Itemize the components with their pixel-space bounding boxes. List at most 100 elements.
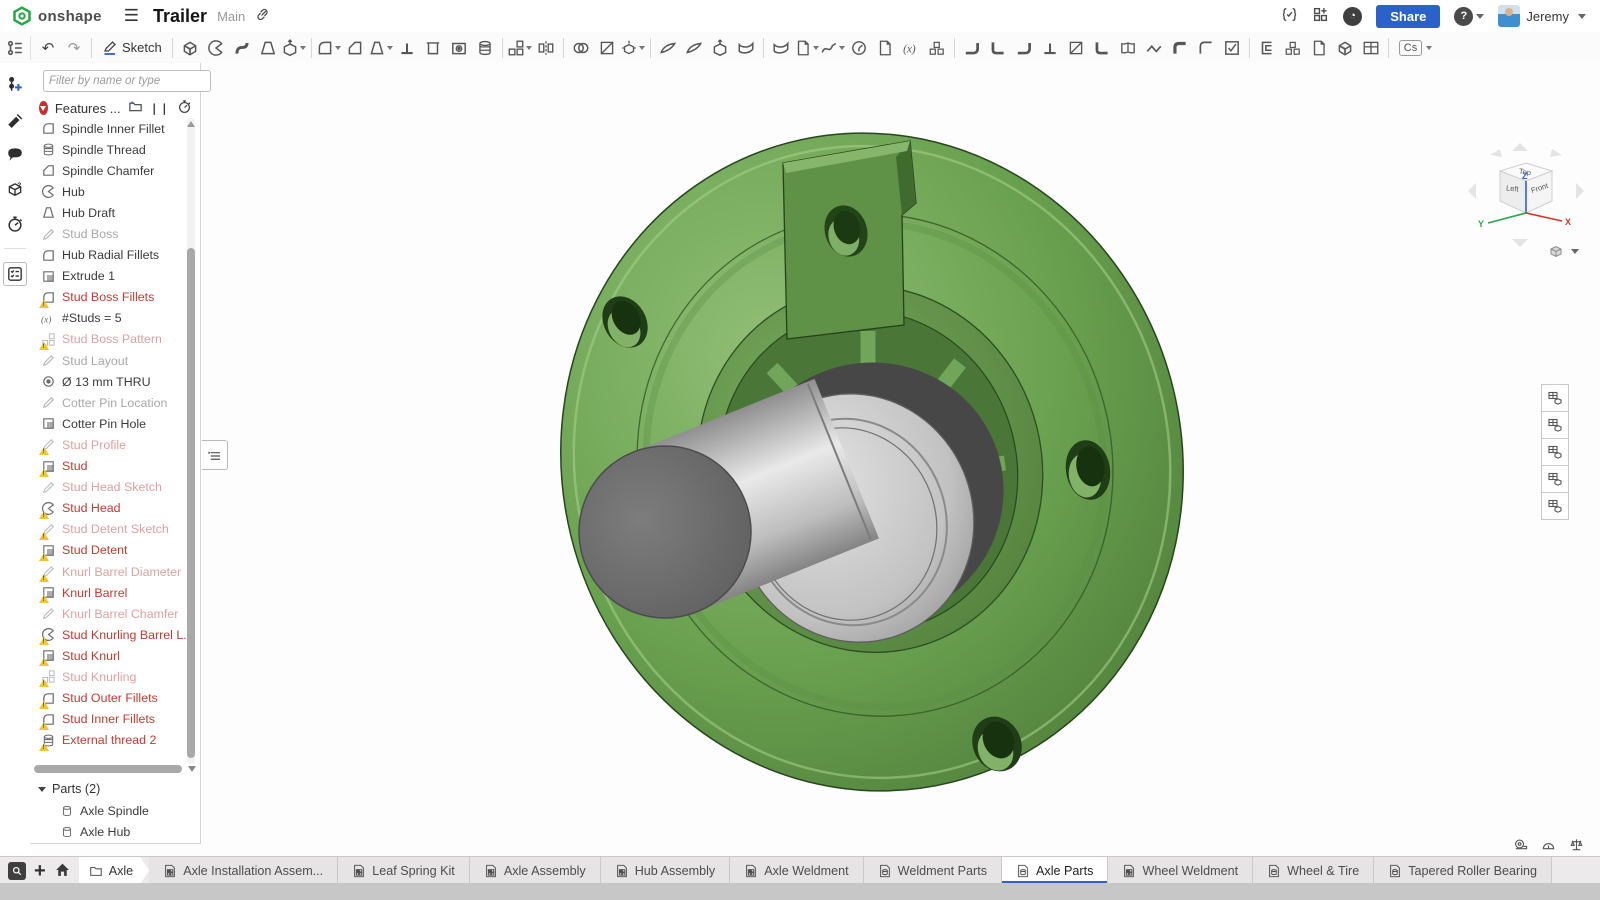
tool-trim-frame[interactable] [1306, 36, 1332, 60]
feature-item[interactable]: Extrude 1 [30, 266, 186, 287]
tool-derived[interactable] [872, 36, 898, 60]
feature-item[interactable]: Stud Layout [30, 350, 186, 371]
tool-chamfer[interactable] [342, 36, 368, 60]
featurescript-check-icon[interactable] [1281, 6, 1298, 26]
feature-filter-input[interactable] [43, 70, 211, 92]
tool-sheet-metal-model[interactable] [959, 36, 985, 60]
document-tab[interactable]: Axle Weldment [730, 857, 863, 884]
feature-item[interactable]: Ø 13 mm THRU [30, 371, 186, 392]
custom-feature-dropdown-icon[interactable] [1426, 46, 1432, 50]
scroll-down-icon[interactable] [188, 766, 196, 772]
feature-item[interactable]: Spindle Thread [30, 139, 186, 160]
feature-item[interactable]: Hub [30, 181, 186, 202]
feature-item[interactable]: Knurl Barrel Chamfer [30, 603, 186, 624]
tool-flat-pattern[interactable] [1115, 36, 1141, 60]
tool-boundary-surface[interactable] [794, 36, 820, 60]
rollback-icon[interactable] [39, 101, 48, 115]
document-tab[interactable]: Leaf Spring Kit [338, 857, 470, 884]
document-menu-icon[interactable]: ☰ [124, 6, 139, 26]
custom-feature-button[interactable]: Cs [1399, 40, 1422, 56]
tool-make-bend[interactable] [1089, 36, 1115, 60]
document-tab[interactable]: Axle Installation Assem... [149, 857, 338, 884]
tool-corner-break[interactable] [1193, 36, 1219, 60]
display-states-panel[interactable] [1541, 438, 1569, 466]
tool-thread[interactable] [472, 36, 498, 60]
share-link-icon[interactable] [255, 7, 270, 25]
tool-mirror[interactable] [533, 36, 559, 60]
document-tab[interactable]: Weldment Parts [864, 857, 1002, 884]
mass-properties[interactable] [1569, 837, 1584, 855]
rail-checklist[interactable] [3, 262, 27, 286]
rail-comments[interactable] [4, 143, 26, 165]
new-tab-button[interactable]: + [34, 862, 46, 880]
tool-tube-bend[interactable] [1167, 36, 1193, 60]
view-cube[interactable]: Top Left Front Z X Y [1462, 141, 1592, 253]
rail-history[interactable] [4, 213, 26, 235]
feature-item[interactable]: Knurl Barrel Diameter [30, 561, 186, 582]
tool-rip[interactable] [1063, 36, 1089, 60]
display-mode-button[interactable] [1548, 243, 1579, 259]
tool-hem[interactable] [1011, 36, 1037, 60]
share-button[interactable]: Share [1376, 5, 1440, 28]
feature-item[interactable]: Stud Knurling Barrel L... [30, 624, 186, 645]
feature-item[interactable]: Stud [30, 456, 186, 477]
feature-item[interactable]: Stud Outer Fillets [30, 688, 186, 709]
part-item[interactable]: Axle Spindle [30, 800, 190, 821]
feature-panel-collapse-tab[interactable] [202, 440, 228, 470]
suppress-pause-icon[interactable]: ❘❘ [150, 102, 170, 115]
tool-fillet[interactable] [316, 36, 342, 60]
onshape-logo-icon[interactable] [12, 6, 32, 26]
feature-item[interactable]: Spindle Chamfer [30, 160, 186, 181]
variables-panel[interactable] [1541, 492, 1569, 520]
feature-item[interactable]: Stud Detent [30, 540, 186, 561]
tool-move-face[interactable] [707, 36, 733, 60]
feature-item[interactable]: Stud Inner Fillets [30, 709, 186, 730]
feature-item[interactable]: Stud Profile [30, 434, 186, 455]
feature-item[interactable]: Hub Radial Fillets [30, 245, 186, 266]
tool-split[interactable] [594, 36, 620, 60]
feature-item[interactable]: Stud Boss Fillets [30, 287, 186, 308]
regenerate-timer-icon[interactable] [177, 99, 192, 117]
feature-item[interactable]: Hub Draft [30, 202, 186, 223]
feature-item[interactable]: Stud Head [30, 498, 186, 519]
hub-3d-model[interactable] [30, 63, 1600, 856]
custom-tables-panel[interactable] [1541, 465, 1569, 493]
tool-boolean[interactable] [568, 36, 594, 60]
horizontal-scrollbar-thumb[interactable] [34, 765, 182, 773]
tool-simplify[interactable] [924, 36, 950, 60]
folder-breadcrumb-tab[interactable]: Axle [79, 857, 150, 884]
parts-section-header[interactable]: Parts (2) [30, 779, 100, 799]
part-item[interactable]: Axle Hub [30, 821, 190, 842]
tool-variable[interactable] [898, 36, 924, 60]
feature-item[interactable]: Stud Boss [30, 223, 186, 244]
tool-projected-curve[interactable] [820, 36, 846, 60]
undo-button[interactable]: ↶ [35, 36, 61, 60]
feature-item[interactable]: Stud Knurling [30, 666, 186, 687]
document-tab[interactable]: Axle Assembly [470, 857, 601, 884]
tool-gusset[interactable] [1280, 36, 1306, 60]
app-store-icon[interactable] [1312, 6, 1329, 26]
tool-flange[interactable] [985, 36, 1011, 60]
tool-shell[interactable] [420, 36, 446, 60]
tool-delete-face[interactable] [681, 36, 707, 60]
tool-thicken[interactable] [281, 36, 307, 60]
rail-release[interactable] [4, 108, 26, 130]
tool-hole[interactable] [446, 36, 472, 60]
sketch-button[interactable]: Sketch [102, 40, 162, 56]
feature-item[interactable]: Knurl Barrel [30, 582, 186, 603]
tool-bounding-box[interactable] [1332, 36, 1358, 60]
tool-cut-list[interactable] [1358, 36, 1384, 60]
feature-item[interactable]: Cotter Pin Hole [30, 413, 186, 434]
help-menu[interactable]: ? [1454, 7, 1484, 26]
tool-loft[interactable] [255, 36, 281, 60]
tool-sweep[interactable] [229, 36, 255, 60]
tool-rib[interactable] [394, 36, 420, 60]
tool-revolve[interactable] [203, 36, 229, 60]
tool-helix[interactable] [846, 36, 872, 60]
document-tab[interactable]: Wheel & Tire [1253, 857, 1374, 884]
vertical-scrollbar-thumb[interactable] [187, 248, 195, 758]
protractor[interactable] [1541, 837, 1556, 855]
tool-transform[interactable] [620, 36, 646, 60]
workspace-name[interactable]: Main [217, 9, 245, 24]
configurations-panel[interactable] [1541, 411, 1569, 439]
